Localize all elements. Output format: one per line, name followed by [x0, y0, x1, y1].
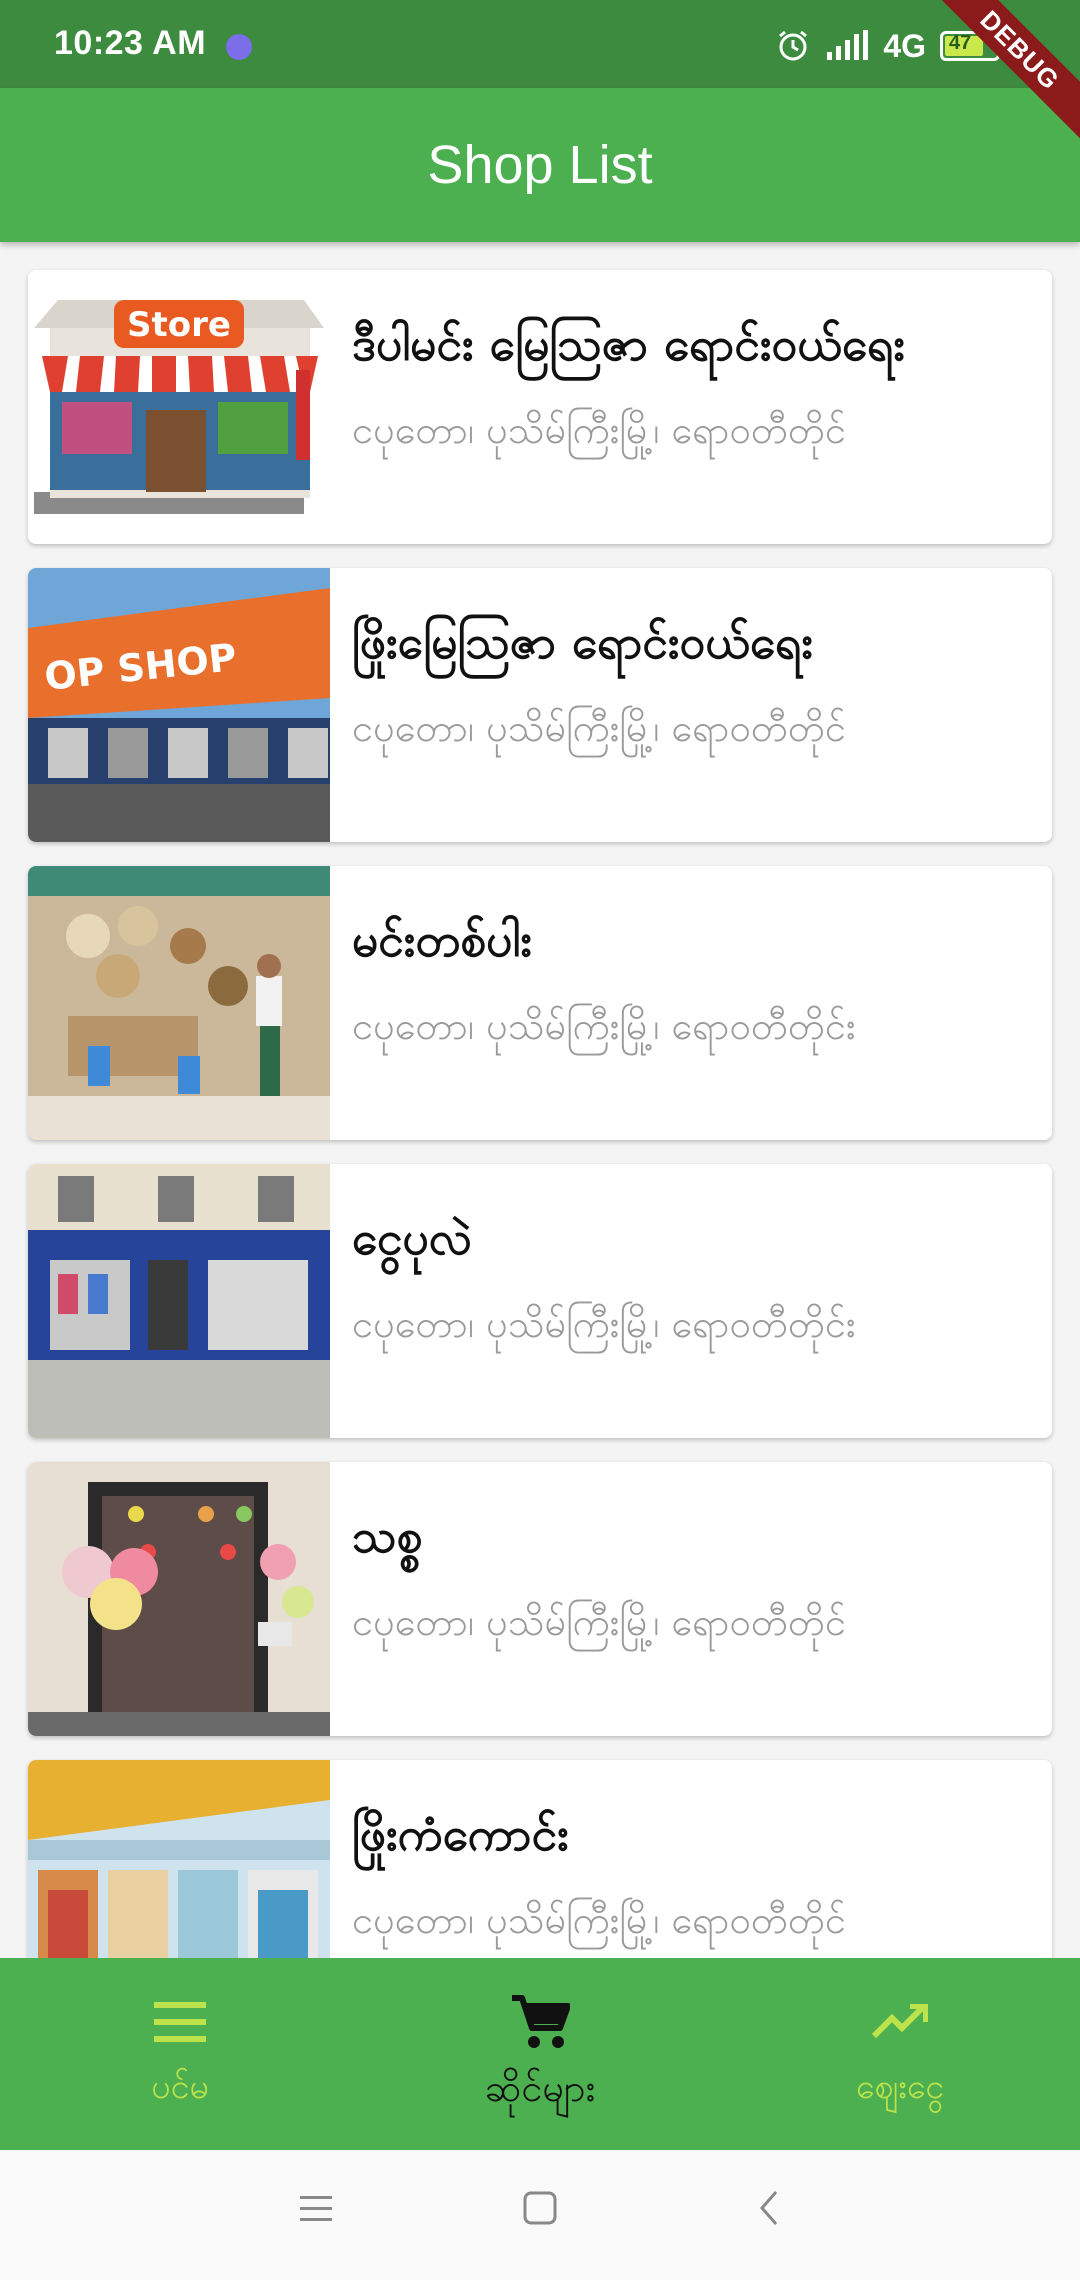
shop-card[interactable]: Store ဒီပါမင်း မြေသြဇာ ရောင်းဝယ်ရေး ငပုတ… — [28, 270, 1052, 544]
menu-icon — [154, 1992, 206, 2052]
battery-level: 47 — [949, 32, 972, 54]
network-type: 4G — [883, 27, 926, 64]
shop-image-op-shop: OP SHOP — [28, 568, 330, 842]
notification-icon — [226, 34, 252, 60]
shop-image-balloons — [28, 1462, 330, 1736]
svg-text:Store: Store — [127, 305, 231, 345]
shop-card[interactable]: မင်းတစ်ပါး ငပုတော၊ ပုသိမ်ကြီးမြို့၊ ရောဝ… — [28, 866, 1052, 1140]
cart-icon — [510, 1992, 570, 2052]
app-bar: Shop List — [0, 88, 1080, 242]
status-bar: 10:23 AM 4G 47 — [0, 0, 1080, 88]
shop-image-market-stall — [28, 866, 330, 1140]
shop-address: ငပုတော၊ ပုသိမ်ကြီးမြို့၊ ရောဝတီတိုင် — [352, 706, 846, 750]
page-title: Shop List — [427, 135, 653, 195]
recent-apps-button[interactable] — [296, 2188, 336, 2232]
nav-item-shops[interactable]: ဆိုင်များ — [360, 1958, 720, 2150]
shop-name: သစ္စ — [352, 1509, 423, 1563]
shop-name: ငွေပုလဲ — [352, 1211, 472, 1265]
shop-card[interactable]: ဖြိုးကံကောင်း ငပုတော၊ ပုသိမ်ကြီးမြို့၊ ရ… — [28, 1760, 1052, 1958]
system-nav-bar — [0, 2150, 1080, 2280]
shop-name: ဖြိုးမြေသြဇာ ရောင်းဝယ်ရေး — [352, 615, 814, 669]
shop-name: ဒီပါမင်း မြေသြဇာ ရောင်းဝယ်ရေး — [352, 317, 906, 371]
shop-list[interactable]: Store ဒီပါမင်း မြေသြဇာ ရောင်းဝယ်ရေး ငပုတ… — [0, 242, 1080, 1958]
trending-icon — [872, 1992, 928, 2052]
nav-label-home: ပင်မ — [151, 2067, 209, 2107]
nav-item-home[interactable]: ပင်မ — [0, 1958, 360, 2150]
shop-address: ငပုတော၊ ပုသိမ်ကြီးမြို့၊ ရောဝတီတိုင်း — [352, 1004, 856, 1048]
home-button[interactable] — [520, 2188, 560, 2232]
shop-address: ငပုတော၊ ပုသိမ်ကြီးမြို့၊ ရောဝတီတိုင် — [352, 1600, 846, 1644]
alarm-icon — [775, 28, 811, 64]
shop-address: ငပုတော၊ ပုသိမ်ကြီးမြို့၊ ရောဝတီတိုင်း — [352, 1302, 856, 1346]
signal-icon — [825, 30, 869, 62]
shop-image-store: Store — [28, 270, 330, 544]
shop-image-mall — [28, 1760, 330, 1958]
shop-image-charity-shop — [28, 1164, 330, 1438]
shop-card[interactable]: သစ္စ ငပုတော၊ ပုသိမ်ကြီးမြို့၊ ရောဝတီတိုင… — [28, 1462, 1052, 1736]
shop-card[interactable]: OP SHOP ဖြိုးမြေသြဇာ ရောင်းဝယ်ရေး ငပုတော… — [28, 568, 1052, 842]
nav-label-prices: ဈေးငွေ — [855, 2067, 945, 2107]
nav-item-prices[interactable]: ဈေးငွေ — [720, 1958, 1080, 2150]
shop-name: မင်းတစ်ပါး — [352, 913, 533, 967]
back-button[interactable] — [750, 2188, 790, 2232]
shop-address: ငပုတော၊ ပုသိမ်ကြီးမြို့၊ ရောဝတီတိုင် — [352, 408, 846, 452]
shop-name: ဖြိုးကံကောင်း — [352, 1807, 569, 1861]
shop-card[interactable]: ငွေပုလဲ ငပုတော၊ ပုသိမ်ကြီးမြို့၊ ရောဝတီတ… — [28, 1164, 1052, 1438]
status-time: 10:23 AM — [54, 24, 207, 62]
nav-label-shops: ဆိုင်များ — [484, 2066, 596, 2110]
shop-address: ငပုတော၊ ပုသိမ်ကြီးမြို့၊ ရောဝတီတိုင် — [352, 1898, 846, 1942]
bottom-nav: ပင်မ ဆိုင်များ ဈေးငွေ — [0, 1958, 1080, 2150]
